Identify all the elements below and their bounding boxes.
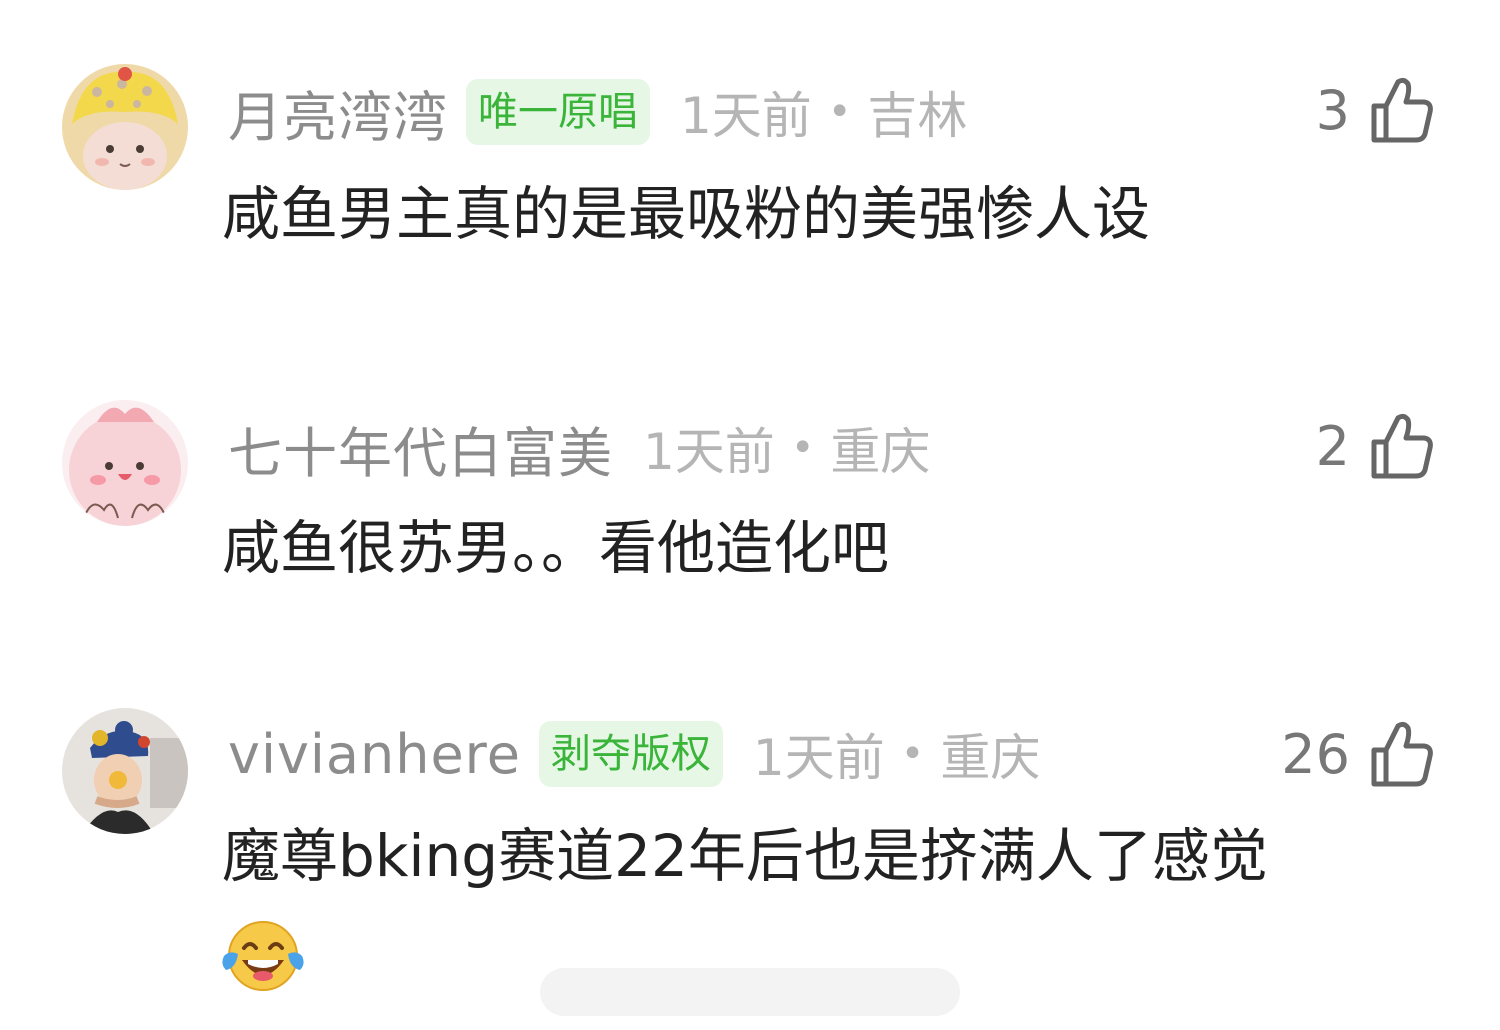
- timestamp: 1天前: [680, 87, 812, 145]
- laughing-tears-emoji: [222, 920, 304, 996]
- separator-dot: •: [827, 89, 852, 135]
- thumbs-up-icon: [1371, 77, 1433, 143]
- thumbs-up-icon: [1371, 721, 1433, 787]
- username[interactable]: 月亮湾湾: [228, 73, 448, 152]
- comment-text: 咸鱼男主真的是最吸粉的美强惨人设: [222, 180, 1151, 248]
- username[interactable]: 七十年代白富美: [228, 409, 613, 488]
- avatar[interactable]: [62, 708, 188, 834]
- like-button[interactable]: 2: [1316, 408, 1434, 484]
- user-badge: 剥夺版权: [538, 721, 723, 787]
- comment-text: 魔尊bking赛道22年后也是挤满人了感觉: [222, 822, 1268, 890]
- avatar[interactable]: [62, 64, 188, 190]
- avatar-image: [62, 64, 188, 190]
- comment-meta: 七十年代白富美 1天前 • 重庆: [228, 410, 930, 486]
- avatar[interactable]: [62, 400, 188, 526]
- like-button[interactable]: 3: [1316, 72, 1434, 148]
- user-badge: 唯一原唱: [466, 79, 650, 145]
- avatar-image: [62, 708, 188, 834]
- like-button[interactable]: 26: [1281, 716, 1434, 792]
- watermark: [540, 968, 960, 1016]
- comment-text: 咸鱼很苏男。。看他造化吧: [222, 514, 890, 582]
- username[interactable]: vivianhere: [228, 723, 521, 786]
- comment-meta: vivianhere 剥夺版权 1天前 • 重庆: [228, 716, 1040, 792]
- location: 吉林: [867, 87, 968, 145]
- like-count: 3: [1315, 78, 1350, 142]
- location: 重庆: [830, 423, 931, 481]
- timestamp: 1天前: [643, 423, 775, 481]
- like-count: 2: [1315, 414, 1350, 478]
- separator-dot: •: [790, 425, 815, 471]
- timestamp: 1天前: [752, 729, 885, 787]
- avatar-image: [62, 400, 188, 526]
- separator-dot: •: [900, 731, 925, 777]
- like-count: 26: [1281, 722, 1350, 786]
- location: 重庆: [940, 729, 1041, 787]
- thumbs-up-icon: [1371, 413, 1433, 479]
- comment-meta: 月亮湾湾 唯一原唱 1天前 • 吉林: [228, 74, 967, 150]
